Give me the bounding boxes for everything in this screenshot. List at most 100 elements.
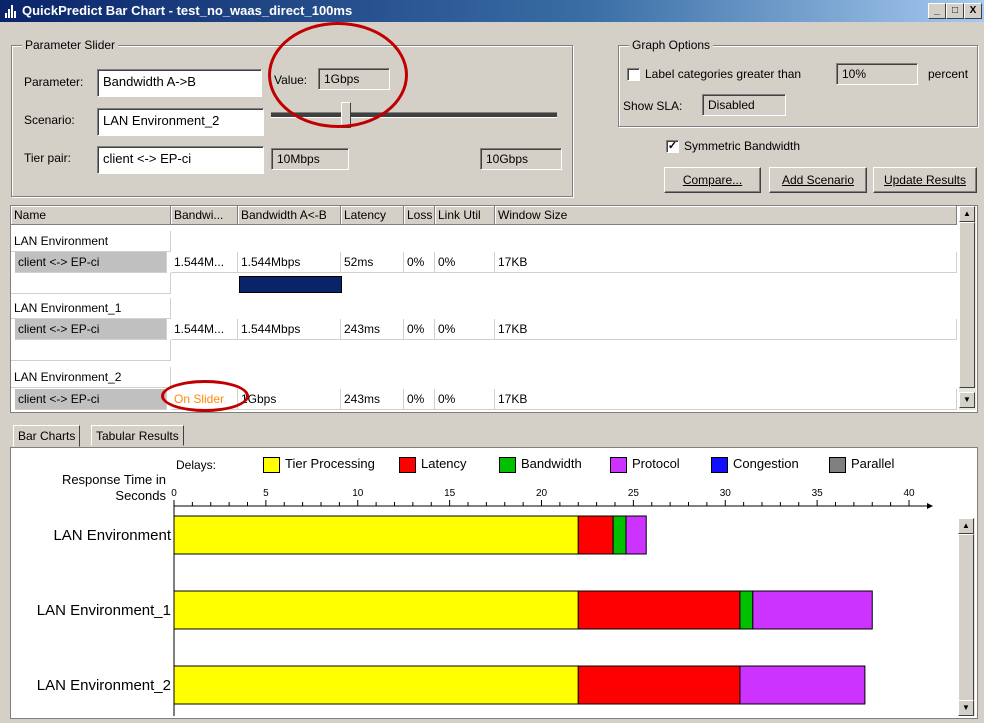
window-title: QuickPredict Bar Chart - test_no_waas_di… — [22, 3, 353, 18]
bar-segment-tier-processing — [173, 665, 579, 705]
show-sla-label: Show SLA: — [623, 99, 683, 113]
scroll-down-arrow-icon[interactable]: ▼ — [959, 392, 975, 408]
tier-pair-field[interactable]: client <-> EP-ci — [97, 146, 264, 174]
bar-segment-latency — [577, 515, 614, 555]
tab-bar-charts[interactable]: Bar Charts — [13, 425, 81, 447]
slider-max-value: 10Gbps — [480, 148, 562, 170]
x-tick-label: 5 — [263, 488, 269, 499]
table-cell-latency[interactable]: 243ms — [341, 319, 404, 340]
table-cell-bandwidth-ab[interactable]: 1.544M... — [171, 252, 238, 273]
bar-segment-tier-processing — [173, 515, 579, 555]
table-cell-bandwidth-ab[interactable]: 1.544M... — [171, 319, 238, 340]
label-threshold-field[interactable]: 10% — [836, 63, 918, 85]
table-cell-bandwidth-ba[interactable]: 1.544Mbps — [238, 252, 341, 273]
bar-segment-tier-processing — [173, 590, 579, 630]
graph-options-group: Graph Options — [618, 38, 978, 127]
table-cell-tier-pair[interactable]: client <-> EP-ci — [15, 252, 167, 273]
table-row-group-name: LAN Environment — [11, 231, 171, 252]
title-bar: QuickPredict Bar Chart - test_no_waas_di… — [0, 0, 984, 22]
table-scrollbar[interactable]: ▲ ▼ — [959, 206, 976, 410]
parameter-slider-title: Parameter Slider — [22, 38, 119, 52]
table-cell-bandwidth-ba[interactable]: 1Gbps — [238, 389, 341, 410]
percent-label: percent — [928, 67, 969, 81]
update-results-button[interactable]: Update Results — [873, 167, 977, 193]
bar-chart-panel: Delays: Tier Processing Latency Bandwidt… — [10, 447, 978, 719]
table-cell-window-size[interactable]: 17KB — [495, 252, 957, 273]
bar-segment-latency — [577, 590, 741, 630]
category-label: LAN Environment_2 — [37, 677, 171, 694]
category-label: LAN Environment — [53, 527, 171, 544]
bar-segment-latency — [577, 665, 741, 705]
column-header-link-util[interactable]: Link Util — [435, 206, 495, 225]
bar-segment-protocol — [625, 515, 647, 555]
x-axis-arrow — [927, 503, 933, 509]
column-header-bandwidth-ab[interactable]: Bandwi... — [171, 206, 238, 225]
scenario-label: Scenario: — [24, 113, 75, 127]
tab-tabular-results[interactable]: Tabular Results — [91, 425, 184, 446]
category-label: LAN Environment_1 — [37, 602, 171, 619]
chart-scrollbar[interactable]: ▲ ▼ — [958, 518, 975, 716]
column-header-loss[interactable]: Loss — [404, 206, 435, 225]
table-cell-bandwidth-ba[interactable]: 1.544Mbps — [238, 319, 341, 340]
column-header-name[interactable]: Name — [11, 206, 171, 225]
table-cell-link-util[interactable]: 0% — [435, 319, 495, 340]
x-tick-label: 20 — [536, 488, 548, 499]
x-tick-label: 25 — [628, 488, 640, 499]
table-row-group-name: LAN Environment_1 — [11, 298, 171, 319]
table-cell-link-util[interactable]: 0% — [435, 252, 495, 273]
minimize-button[interactable]: _ — [928, 3, 946, 19]
table-cell-window-size[interactable]: 17KB — [495, 389, 957, 410]
table-cell-link-util[interactable]: 0% — [435, 389, 495, 410]
scrollbar-thumb[interactable] — [958, 534, 974, 704]
table-cell-window-size[interactable]: 17KB — [495, 319, 957, 340]
table-cell-loss[interactable]: 0% — [404, 252, 435, 273]
graph-options-title: Graph Options — [629, 38, 714, 52]
label-categories-label: Label categories greater than — [645, 67, 802, 81]
bar-chart-app-icon — [4, 4, 18, 18]
compare-button[interactable]: Compare... — [664, 167, 761, 193]
results-table: Name Bandwi... Bandwidth A<-B Latency Lo… — [10, 205, 978, 413]
scroll-up-arrow-icon[interactable]: ▲ — [958, 518, 974, 534]
label-categories-checkbox[interactable] — [627, 68, 640, 81]
table-blank-cell — [11, 340, 171, 361]
symmetric-bandwidth-checkbox[interactable]: ✓ — [666, 140, 679, 153]
x-tick-label: 15 — [444, 488, 456, 499]
x-tick-label: 35 — [812, 488, 824, 499]
table-cell-loss[interactable]: 0% — [404, 319, 435, 340]
close-button[interactable]: X — [964, 3, 982, 19]
bar-segment-bandwidth — [739, 590, 754, 630]
column-header-bandwidth-ba[interactable]: Bandwidth A<-B — [238, 206, 341, 225]
table-cell-tier-pair[interactable]: client <-> EP-ci — [15, 319, 167, 340]
bar-segment-bandwidth — [612, 515, 627, 555]
highlight-circle — [268, 22, 408, 128]
x-tick-label: 10 — [352, 488, 364, 499]
column-header-window-size[interactable]: Window Size — [495, 206, 957, 225]
highlight-circle — [161, 380, 249, 412]
column-header-latency[interactable]: Latency — [341, 206, 404, 225]
table-cell-loss[interactable]: 0% — [404, 389, 435, 410]
table-cell-latency[interactable]: 52ms — [341, 252, 404, 273]
show-sla-value: Disabled — [702, 94, 786, 116]
parameter-field[interactable]: Bandwidth A->B — [97, 69, 262, 97]
scrollbar-thumb[interactable] — [959, 222, 975, 388]
tier-pair-label: Tier pair: — [24, 151, 71, 165]
scroll-down-arrow-icon[interactable]: ▼ — [958, 700, 974, 716]
maximize-button[interactable]: □ — [946, 3, 964, 19]
table-cell-latency[interactable]: 243ms — [341, 389, 404, 410]
parameter-label: Parameter: — [24, 75, 84, 89]
x-tick-label: 0 — [171, 488, 177, 499]
add-scenario-button[interactable]: Add Scenario — [769, 167, 867, 193]
x-tick-label: 40 — [903, 488, 915, 499]
table-cell-tier-pair[interactable]: client <-> EP-ci — [15, 389, 167, 410]
symmetric-bandwidth-label: Symmetric Bandwidth — [684, 139, 801, 153]
scenario-field[interactable]: LAN Environment_2 — [97, 108, 264, 136]
table-blank-cell — [11, 273, 171, 294]
table-selected-cell[interactable] — [239, 276, 342, 293]
table-row-group-name: LAN Environment_2 — [11, 367, 171, 388]
bar-segment-protocol — [752, 590, 873, 630]
bar-chart-svg: 0 5 10 15 20 25 30 35 40 LAN Environment LAN Envir… — [37, 488, 933, 716]
x-tick-label: 30 — [720, 488, 732, 499]
slider-min-value: 10Mbps — [271, 148, 349, 170]
scroll-up-arrow-icon[interactable]: ▲ — [959, 206, 975, 222]
bar-segment-protocol — [739, 665, 866, 705]
